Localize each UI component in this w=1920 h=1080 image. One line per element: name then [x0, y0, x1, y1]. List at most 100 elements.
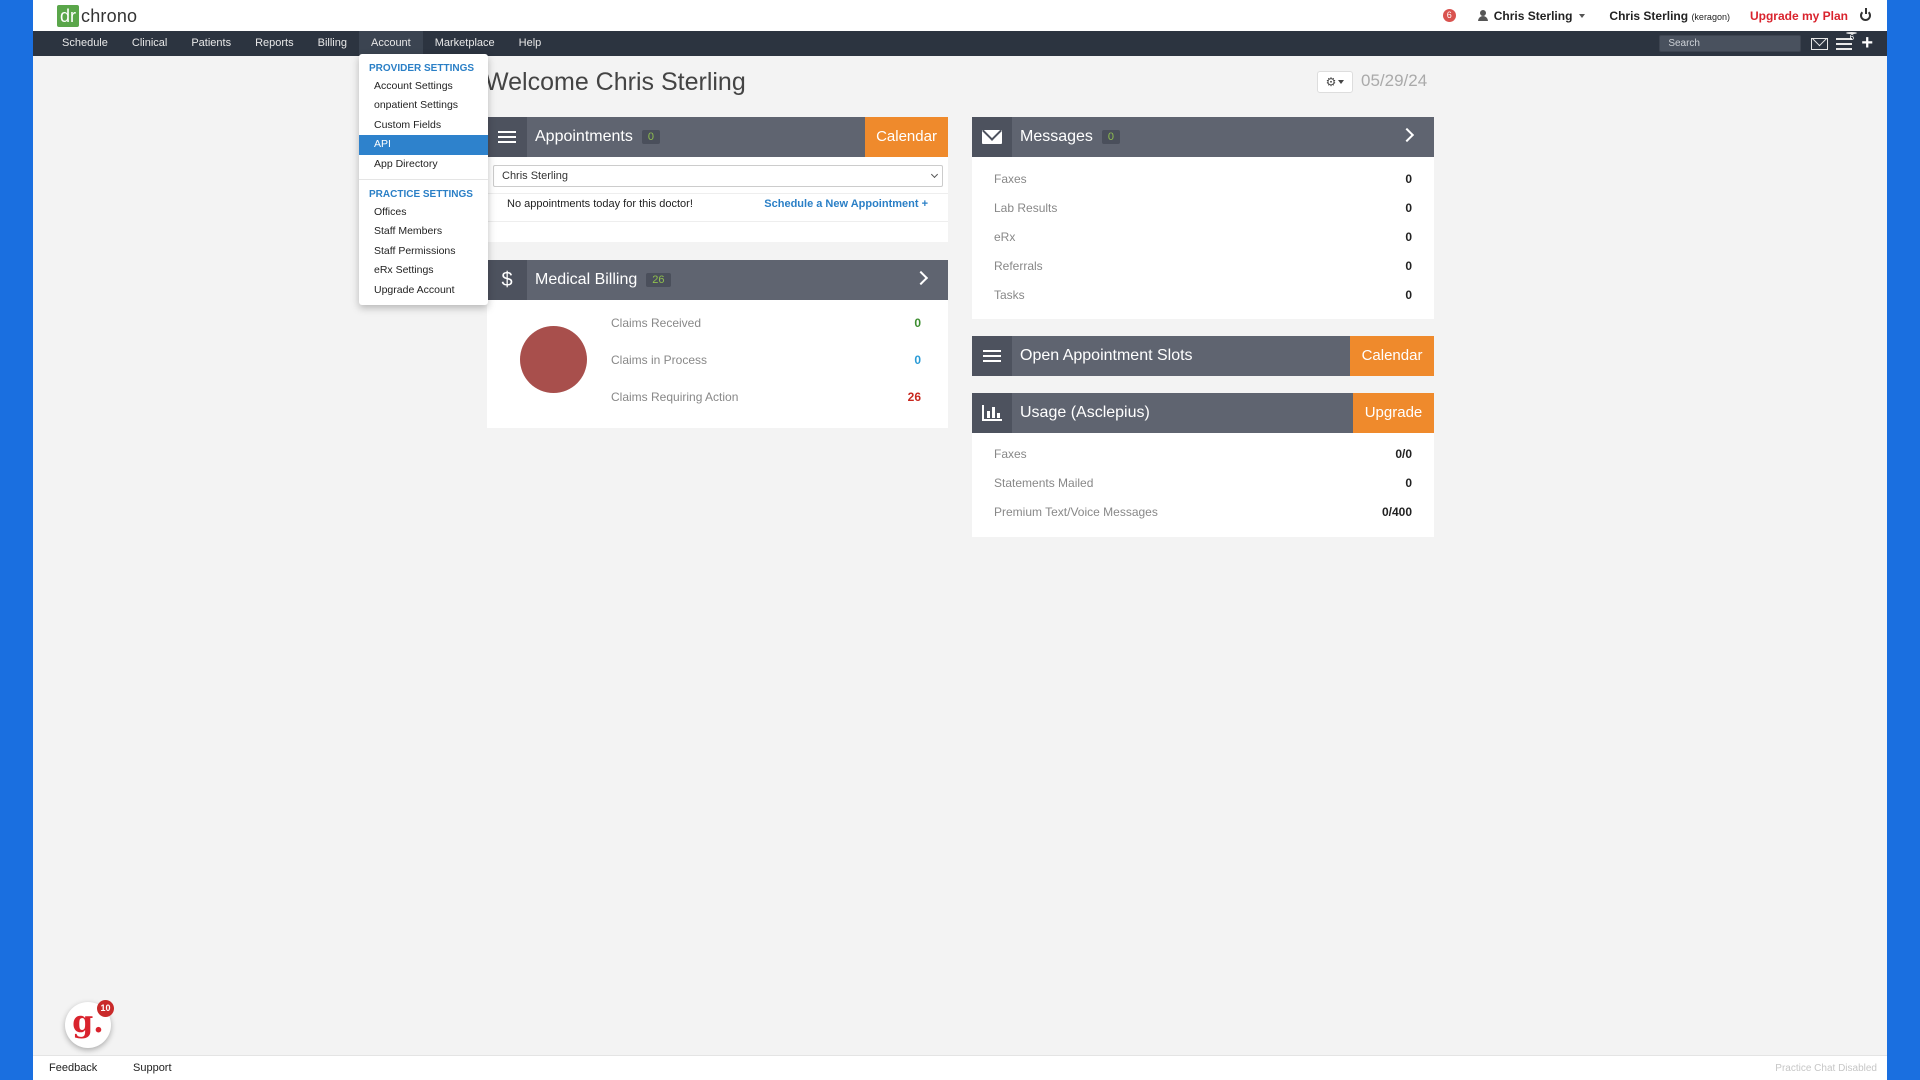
- message-row[interactable]: Faxes 0: [994, 172, 1412, 186]
- menu-onpatient-settings[interactable]: onpatient Settings: [359, 96, 488, 115]
- open-slots-calendar-button[interactable]: Calendar: [1350, 336, 1434, 376]
- appointments-title: Appointments: [535, 128, 633, 145]
- mail-icon[interactable]: [1811, 37, 1829, 50]
- chevron-down-icon: [1579, 13, 1586, 18]
- message-row[interactable]: Lab Results 0: [994, 201, 1412, 215]
- doctor-select-value: Chris Sterling: [502, 170, 569, 182]
- gear-icon: ⚙: [1325, 75, 1337, 89]
- app-window: dr chrono 6 Chris Sterling Chris Sterlin…: [33, 0, 1887, 1080]
- billing-row[interactable]: Claims Requiring Action 26: [611, 390, 921, 404]
- message-row[interactable]: eRx 0: [994, 230, 1412, 244]
- power-icon[interactable]: [1860, 8, 1871, 21]
- usage-title: Usage (Asclepius): [1020, 404, 1150, 421]
- usage-row-label: Faxes: [994, 447, 1027, 461]
- menu-divider: [359, 178, 488, 180]
- user-menu[interactable]: Chris Sterling: [1477, 8, 1586, 23]
- menu-upgrade-account[interactable]: Upgrade Account: [359, 281, 488, 300]
- billing-row[interactable]: Claims in Process 0: [611, 353, 921, 367]
- envelope-icon: [982, 130, 1002, 144]
- billing-count: 26: [646, 273, 671, 287]
- menu-staff-permissions[interactable]: Staff Permissions: [359, 242, 488, 261]
- notification-badge[interactable]: 6: [1442, 9, 1456, 22]
- appointments-calendar-button[interactable]: Calendar: [865, 117, 948, 157]
- usage-row-value: 0/0: [1395, 447, 1412, 461]
- menu-app-directory[interactable]: App Directory: [359, 155, 488, 174]
- feedback-link[interactable]: Feedback: [49, 1062, 97, 1074]
- menu-custom-fields[interactable]: Custom Fields: [359, 116, 488, 135]
- message-row[interactable]: Referrals 0: [994, 259, 1412, 273]
- schedule-appointment-link[interactable]: Schedule a New Appointment +: [764, 198, 928, 210]
- message-row-value: 0: [1405, 259, 1412, 273]
- doctor-select[interactable]: Chris Sterling: [493, 165, 943, 187]
- provider-settings-header: PROVIDER SETTINGS: [369, 63, 475, 74]
- drchrono-logo[interactable]: dr chrono: [57, 5, 137, 27]
- message-row-value: 0: [1405, 201, 1412, 215]
- nav-patients[interactable]: Patients: [179, 31, 243, 56]
- message-row-value: 0: [1405, 172, 1412, 186]
- nav-account[interactable]: Account: [358, 31, 423, 56]
- nav-billing[interactable]: Billing: [306, 31, 359, 56]
- nav-clinical[interactable]: Clinical: [120, 31, 179, 56]
- logo-chrono: chrono: [81, 5, 138, 26]
- account-org: (keragon): [1691, 11, 1730, 22]
- nav-reports[interactable]: Reports: [243, 31, 306, 56]
- plus-icon[interactable]: +: [1861, 31, 1873, 56]
- top-right-menu: 6 Chris Sterling Chris Sterling (keragon…: [1442, 0, 1871, 31]
- usage-row: Statements Mailed 0: [994, 476, 1412, 490]
- practice-settings-header: PRACTICE SETTINGS: [369, 188, 473, 200]
- message-row-label: Tasks: [994, 288, 1025, 302]
- billing-header[interactable]: $ Medical Billing 26: [487, 260, 948, 300]
- page-title: Welcome Chris Sterling: [485, 68, 746, 96]
- usage-row: Faxes 0/0: [994, 447, 1412, 461]
- chevron-right-icon[interactable]: [913, 270, 929, 286]
- appointments-panel: Appointments 0 Calendar Chris Sterling N…: [487, 117, 948, 242]
- menu-staff-members[interactable]: Staff Members: [359, 222, 488, 241]
- footer: Feedback Support Practice Chat Disabled: [33, 1055, 1887, 1080]
- message-row-label: Referrals: [994, 259, 1043, 273]
- usage-row-label: Premium Text/Voice Messages: [994, 505, 1158, 519]
- usage-upgrade-button[interactable]: Upgrade: [1353, 393, 1434, 433]
- chat-badge: 10: [97, 1000, 114, 1017]
- usage-row: Premium Text/Voice Messages 0/400: [994, 505, 1412, 519]
- billing-row[interactable]: Claims Received 0: [611, 316, 921, 330]
- menu-offices[interactable]: Offices: [359, 203, 488, 222]
- upgrade-plan-link[interactable]: Upgrade my Plan: [1750, 9, 1848, 23]
- nav-schedule[interactable]: Schedule: [50, 31, 120, 56]
- user-icon: [1477, 10, 1488, 21]
- message-row-label: eRx: [994, 230, 1016, 244]
- billing-row-value: 0: [914, 353, 921, 367]
- menu-erx-settings[interactable]: eRx Settings: [359, 261, 488, 280]
- dollar-icon: $: [501, 268, 513, 291]
- dashboard-settings-button[interactable]: ⚙: [1317, 71, 1353, 93]
- message-row-value: 0: [1405, 230, 1412, 244]
- no-appointments-text: No appointments today for this doctor!: [507, 198, 693, 210]
- list-icon: [487, 117, 527, 157]
- messages-panel: Messages 0 Faxes 0 Lab Results 0 eRx 0 R…: [972, 117, 1434, 319]
- user-name: Chris Sterling: [1493, 8, 1573, 23]
- nav-help[interactable]: Help: [507, 31, 554, 56]
- account-name-text: Chris Sterling: [1609, 8, 1689, 23]
- appointments-count: 0: [641, 130, 660, 144]
- divider: [487, 221, 948, 222]
- practice-chat-status: Practice Chat Disabled: [1775, 1063, 1877, 1074]
- open-slots-panel: Open Appointment Slots Calendar: [972, 336, 1434, 376]
- usage-panel: Usage (Asclepius) Upgrade Faxes 0/0 Stat…: [972, 393, 1434, 537]
- menu-api[interactable]: API: [359, 135, 488, 155]
- search-input[interactable]: Search: [1659, 35, 1802, 52]
- nav-marketplace[interactable]: Marketplace: [423, 31, 507, 56]
- messages-count: 0: [1101, 130, 1121, 144]
- billing-row-label: Claims in Process: [611, 353, 708, 367]
- billing-row-label: Claims Requiring Action: [611, 390, 739, 404]
- tasks-icon[interactable]: 6: [1836, 31, 1858, 50]
- messages-header[interactable]: Messages 0: [972, 117, 1434, 157]
- messages-title: Messages: [1020, 128, 1093, 145]
- menu-account-settings[interactable]: Account Settings: [359, 77, 488, 96]
- chevron-down-icon: [1338, 80, 1345, 84]
- chevron-right-icon[interactable]: [1399, 127, 1415, 143]
- account-name[interactable]: Chris Sterling (keragon): [1609, 9, 1730, 23]
- support-link[interactable]: Support: [133, 1062, 172, 1074]
- message-row[interactable]: Tasks 0: [994, 288, 1412, 302]
- open-slots-header: Open Appointment Slots Calendar: [972, 336, 1434, 376]
- billing-row-value: 0: [914, 316, 921, 330]
- usage-row-value: 0/400: [1381, 505, 1412, 519]
